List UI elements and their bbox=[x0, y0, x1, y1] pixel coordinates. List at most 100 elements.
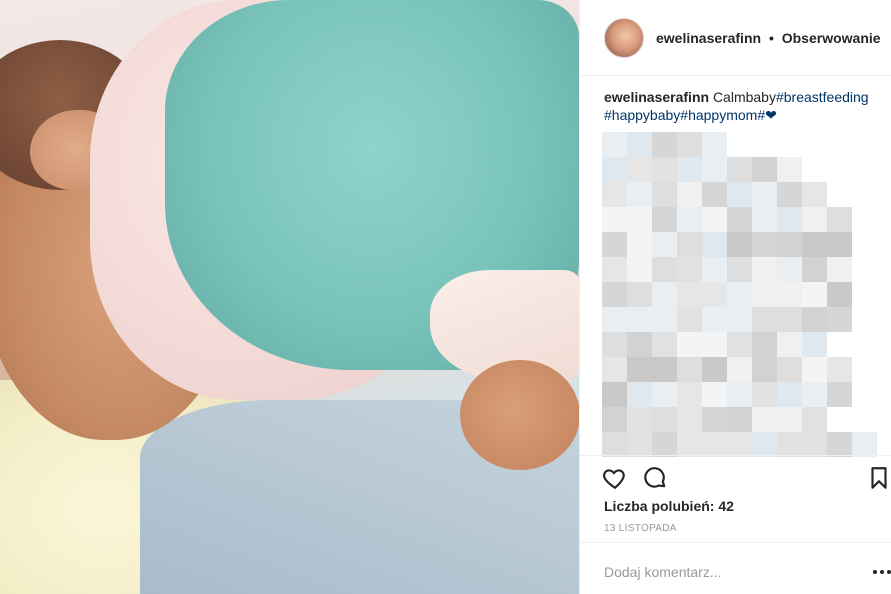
pixelated-row bbox=[602, 232, 852, 257]
pixel-block bbox=[652, 357, 677, 382]
pixelated-row bbox=[602, 407, 827, 432]
pixel-block bbox=[802, 232, 827, 257]
pixel-block bbox=[702, 182, 727, 207]
pixel-block bbox=[752, 307, 777, 332]
pixel-block bbox=[677, 232, 702, 257]
pixel-block bbox=[652, 407, 677, 432]
comment-input[interactable]: Dodaj komentarz... bbox=[604, 564, 722, 580]
pixel-block bbox=[752, 432, 777, 457]
pixel-block bbox=[727, 382, 752, 407]
pixelated-row bbox=[602, 132, 727, 157]
pixel-block bbox=[802, 432, 827, 457]
pixel-block bbox=[627, 357, 652, 382]
pixel-block bbox=[602, 357, 627, 382]
more-options-icon[interactable] bbox=[872, 569, 891, 575]
pixel-block bbox=[827, 232, 852, 257]
pixel-block bbox=[652, 157, 677, 182]
pixel-block bbox=[777, 157, 802, 182]
pixel-block bbox=[602, 232, 627, 257]
pixel-block bbox=[727, 407, 752, 432]
pixel-block bbox=[752, 207, 777, 232]
pixel-block bbox=[677, 307, 702, 332]
pixel-block bbox=[602, 182, 627, 207]
pixel-block bbox=[677, 382, 702, 407]
pixel-block bbox=[702, 332, 727, 357]
pixel-block bbox=[627, 132, 652, 157]
pixel-block bbox=[827, 357, 852, 382]
pixel-block bbox=[777, 332, 802, 357]
pixel-block bbox=[777, 407, 802, 432]
pixel-block bbox=[802, 182, 827, 207]
pixelated-row bbox=[602, 307, 852, 332]
pixel-block bbox=[727, 332, 752, 357]
post-header: ewelinaserafinn • Obserwowanie bbox=[580, 0, 891, 76]
pixel-block bbox=[602, 307, 627, 332]
pixel-block bbox=[652, 182, 677, 207]
pixel-block bbox=[677, 332, 702, 357]
pixel-block bbox=[602, 132, 627, 157]
pixel-block bbox=[627, 232, 652, 257]
pixel-block bbox=[727, 282, 752, 307]
pixel-block bbox=[627, 382, 652, 407]
speech-bubble-icon[interactable] bbox=[642, 465, 668, 491]
likes-count[interactable]: Liczba polubień: 42 bbox=[604, 498, 734, 514]
pixel-block bbox=[777, 257, 802, 282]
pixel-block bbox=[677, 257, 702, 282]
pixelated-row bbox=[602, 257, 852, 282]
post-date: 13 LISTOPADA bbox=[604, 523, 677, 534]
pixel-block bbox=[652, 307, 677, 332]
pixel-block bbox=[702, 307, 727, 332]
post-caption: ewelinaserafinn Calmbaby#breastfeeding#h… bbox=[604, 88, 874, 124]
pixelated-row bbox=[602, 157, 802, 182]
follow-status-button[interactable]: Obserwowanie bbox=[782, 30, 881, 46]
pixel-block bbox=[602, 157, 627, 182]
post-side-panel: ewelinaserafinn • Obserwowanie ewelinase… bbox=[579, 0, 891, 594]
pixel-block bbox=[627, 207, 652, 232]
pixel-block bbox=[652, 207, 677, 232]
pixel-block bbox=[802, 382, 827, 407]
pixelated-row bbox=[602, 382, 852, 407]
pixel-block bbox=[702, 232, 727, 257]
pixelated-comments-area bbox=[602, 132, 882, 457]
heart-emoji: ❤ bbox=[765, 107, 777, 123]
comment-bar: Dodaj komentarz... bbox=[580, 542, 891, 594]
pixel-block bbox=[702, 132, 727, 157]
pixel-block bbox=[727, 232, 752, 257]
header-text: ewelinaserafinn • Obserwowanie bbox=[656, 30, 881, 46]
pixel-block bbox=[652, 257, 677, 282]
bookmark-icon[interactable] bbox=[866, 465, 891, 491]
pixel-block bbox=[677, 432, 702, 457]
pixel-block bbox=[752, 382, 777, 407]
pixel-block bbox=[602, 432, 627, 457]
pixel-block bbox=[702, 157, 727, 182]
pixel-block bbox=[777, 207, 802, 232]
pixel-block bbox=[827, 382, 852, 407]
pixel-block bbox=[827, 282, 852, 307]
pixel-block bbox=[777, 382, 802, 407]
pixel-block bbox=[727, 257, 752, 282]
pixel-block bbox=[627, 407, 652, 432]
pixel-block bbox=[752, 282, 777, 307]
pixelated-row bbox=[602, 357, 852, 382]
pixel-block bbox=[677, 207, 702, 232]
pixel-block bbox=[802, 332, 827, 357]
pixel-block bbox=[702, 357, 727, 382]
pixel-block bbox=[652, 432, 677, 457]
pixelated-row bbox=[602, 282, 852, 307]
pixel-block bbox=[727, 157, 752, 182]
pixel-block bbox=[802, 407, 827, 432]
pixel-block bbox=[727, 307, 752, 332]
pixel-block bbox=[652, 232, 677, 257]
avatar[interactable] bbox=[604, 17, 644, 58]
heart-outline-icon[interactable] bbox=[602, 465, 628, 491]
pixel-block bbox=[727, 207, 752, 232]
pixel-block bbox=[702, 382, 727, 407]
pixel-block bbox=[652, 332, 677, 357]
pixel-block bbox=[627, 432, 652, 457]
caption-username[interactable]: ewelinaserafinn bbox=[604, 89, 709, 105]
header-username[interactable]: ewelinaserafinn bbox=[656, 30, 761, 46]
pixel-block bbox=[677, 157, 702, 182]
pixel-block bbox=[802, 307, 827, 332]
pixelated-row bbox=[602, 332, 827, 357]
pixel-block bbox=[677, 407, 702, 432]
